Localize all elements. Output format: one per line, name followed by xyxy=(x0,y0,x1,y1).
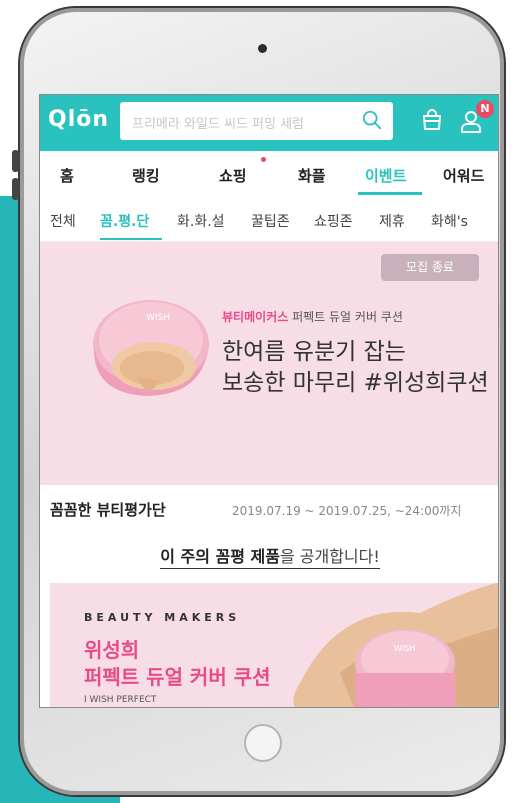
new-dot-indicator xyxy=(261,157,266,162)
svg-text:WISH: WISH xyxy=(394,644,415,653)
svg-text:WISH: WISH xyxy=(146,313,170,323)
search-input[interactable]: 프리메라 와일드 씨드 퍼밍 세럼 xyxy=(132,113,304,132)
subtab-shopping-zone[interactable]: 쇼핑존 xyxy=(314,211,353,231)
cushion-compact-image: WISH xyxy=(93,300,209,396)
nav-tab-ranking[interactable]: 랭킹 xyxy=(132,165,160,186)
nav-tab-award[interactable]: 어워드 xyxy=(443,165,484,186)
banner-title-line1: 한여름 유분기 잡는 xyxy=(222,339,406,365)
recruitment-closed-badge: 모집 종료 xyxy=(381,254,479,281)
active-subtab-indicator xyxy=(100,238,162,240)
card-title: 위성희 퍼펙트 듀얼 커버 쿠션 xyxy=(84,637,271,691)
subtab-tips[interactable]: 꿀팁존 xyxy=(251,211,290,231)
banner-subtitle-brand: 뷰티메이커스 xyxy=(222,310,289,324)
reveal-rest-text: 을 공개합니다! xyxy=(279,547,380,566)
subtab-hwahwaseol[interactable]: 화.화.설 xyxy=(177,211,225,231)
volume-down-button xyxy=(12,178,19,200)
reveal-bold-text: 이 주의 꼼평 제품 xyxy=(160,547,280,566)
sub-nav: 전체 꼼.평.단 화.화.설 꿀팁존 쇼핑존 제휴 화해's xyxy=(40,195,498,242)
card-small-text: I WISH PERFECT xyxy=(84,695,157,705)
app-logo[interactable]: Qlōn xyxy=(48,107,109,132)
top-header: Qlōn 프리메라 와일드 씨드 퍼밍 세럼 N xyxy=(40,95,498,151)
banner-title: 한여름 유분기 잡는 보송한 마무리 #위성희쿠션 xyxy=(222,337,489,399)
nav-tab-hwaple[interactable]: 화플 xyxy=(298,165,326,186)
banner-title-line2: 보송한 마무리 #위성희쿠션 xyxy=(222,370,489,396)
banner-subtitle: 뷰티메이커스 퍼펙트 듀얼 커버 쿠션 xyxy=(222,308,403,325)
card-title-line1: 위성희 xyxy=(84,638,140,662)
camera-icon xyxy=(258,44,267,53)
subtab-kkompyeongdan[interactable]: 꼼.평.단 xyxy=(100,211,149,231)
nav-tab-home[interactable]: 홈 xyxy=(60,165,74,186)
product-card[interactable]: WISH BEAUTY MAKERS 위성희 퍼펙트 듀얼 커버 쿠션 I WI… xyxy=(50,583,498,707)
volume-up-button xyxy=(12,150,19,172)
home-button[interactable] xyxy=(244,724,282,762)
event-banner[interactable]: 모집 종료 WISH 뷰티메이커스 퍼펙트 듀얼 커버 쿠션 한여름 유분기 잡… xyxy=(40,242,498,485)
subtab-hwahaes[interactable]: 화해's xyxy=(431,211,468,231)
search-bar[interactable]: 프리메라 와일드 씨드 퍼밍 세럼 xyxy=(120,102,393,140)
event-date: 2019.07.19 ~ 2019.07.25, ~24:00까지 xyxy=(232,504,462,518)
event-info-row: 꼼꼼한 뷰티평가단 2019.07.19 ~ 2019.07.25, ~24:0… xyxy=(40,485,498,529)
nav-tab-shopping[interactable]: 쇼핑 xyxy=(219,165,247,186)
subtab-all[interactable]: 전체 xyxy=(50,211,76,231)
banner-subtitle-product: 퍼펙트 듀얼 커버 쿠션 xyxy=(292,310,403,324)
compact-product-image: WISH xyxy=(355,629,455,707)
event-name: 꼼꼼한 뷰티평가단 xyxy=(50,501,166,519)
notification-badge: N xyxy=(476,100,494,118)
shopping-bag-icon[interactable] xyxy=(420,108,444,132)
app-screen: Qlōn 프리메라 와일드 씨드 퍼밍 세럼 N 홈 랭킹 쇼핑 화플 이벤트 … xyxy=(39,94,499,708)
search-icon[interactable] xyxy=(361,109,383,131)
subtab-partnership[interactable]: 제휴 xyxy=(379,211,405,231)
nav-tab-event[interactable]: 이벤트 xyxy=(365,165,406,186)
product-reveal-heading: 이 주의 꼼평 제품을 공개합니다! xyxy=(40,543,498,569)
card-title-line2: 퍼펙트 듀얼 커버 쿠션 xyxy=(84,665,271,689)
main-nav: 홈 랭킹 쇼핑 화플 이벤트 어워드 xyxy=(40,151,498,195)
card-brand: BEAUTY MAKERS xyxy=(84,611,241,624)
